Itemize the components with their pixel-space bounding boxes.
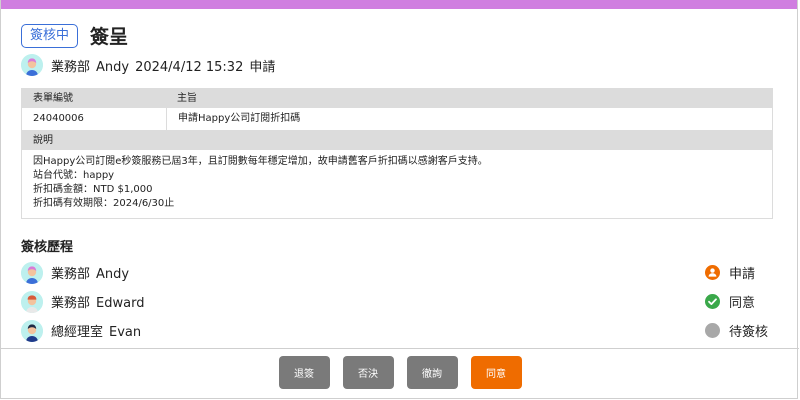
withdraw-button[interactable]: 徹詢 [406,356,458,389]
subject-header: 主旨 [166,89,772,108]
description-line: 折扣碼有效期限：2024/6/30止 [33,198,175,209]
applicant-name: Andy [96,59,130,75]
form-value-row: 24040006 申請Happy公司訂閱折扣碼 [22,108,772,131]
user-avatar-icon [21,54,43,76]
page-title: 簽呈 [90,26,129,48]
description-line: 折扣碼金額：NTD $1,000 [33,184,153,195]
history-item: 業務部 Edward 同意 [21,287,773,316]
user-avatar-icon [21,319,43,342]
history-dept: 總經理室 [51,325,104,340]
applicant-datetime: 2024/4/12 15:32 [135,59,244,75]
reject-button[interactable]: 否決 [342,356,394,389]
form-no-value: 24040006 [33,113,84,124]
subject-value: 申請Happy公司訂閱折扣碼 [166,108,772,130]
history-item: 總經理室 Evan 待簽核 [21,316,773,345]
description-body: 因Happy公司訂閱e秒簽服務已屆3年，且訂閱數每年穩定增加，故申請舊客戶折扣碼… [22,150,772,218]
history-status: 同意 [705,292,773,311]
avatar [21,290,43,313]
history-item: 業務部 Andy 申請 [21,258,773,287]
pending-icon [705,323,720,338]
check-icon [705,294,720,309]
avatar [21,319,43,342]
description-line: 站台代號：happy [33,170,115,181]
history-status: 申請 [705,263,773,282]
history-name: Andy [96,267,130,282]
approval-history: 業務部 Andy 申請 業務部 Edward 同意 總經理室 Evan 待簽核 [21,258,773,345]
user-avatar-icon [21,290,43,313]
form-header-row: 表單編號 主旨 [22,89,772,108]
approval-window: 簽核中 簽呈 業務部 Andy 2024/4/12 15:32 申請 表單編號 主旨 … [0,0,799,399]
history-name: Edward [96,296,145,311]
applicant-action: 申請 [249,59,276,75]
return-button[interactable]: 退簽 [278,356,330,389]
description-line: 因Happy公司訂閱e秒簽服務已屆3年，且訂閱數每年穩定增加，故申請舊客戶折扣碼… [33,156,488,167]
history-dept: 業務部 [51,296,91,311]
form-table: 表單編號 主旨 24040006 申請Happy公司訂閱折扣碼 說明 因Happ… [21,88,773,219]
applicant-text: 業務部 Andy 2024/4/12 15:32 申請 [51,56,281,75]
history-person: 業務部 Edward [51,292,705,311]
footer-divider [1,348,799,349]
status-badge: 簽核中 [21,23,79,48]
top-accent-bar [1,0,797,9]
applicant-info: 業務部 Andy 2024/4/12 15:32 申請 [21,54,281,76]
history-dept: 業務部 [51,267,91,282]
history-status-label: 待簽核 [729,325,769,340]
applicant-dept: 業務部 [51,59,91,75]
description-header: 說明 [22,131,772,150]
applicant-status-icon [705,265,720,280]
header: 簽核中 簽呈 [21,22,128,49]
avatar [21,261,43,284]
history-title: 簽核歷程 [21,240,74,255]
action-bar: 退簽 否決 徹詢 同意 [1,356,799,389]
history-status: 待簽核 [705,321,773,340]
history-status-label: 同意 [729,296,756,311]
history-person: 總經理室 Evan [51,321,705,340]
user-avatar-icon [21,261,43,284]
approve-button[interactable]: 同意 [470,356,522,389]
history-status-label: 申請 [729,267,756,282]
history-name: Evan [109,325,142,340]
history-person: 業務部 Andy [51,263,705,282]
avatar [21,54,43,76]
form-no-header: 表單編號 [22,89,166,108]
